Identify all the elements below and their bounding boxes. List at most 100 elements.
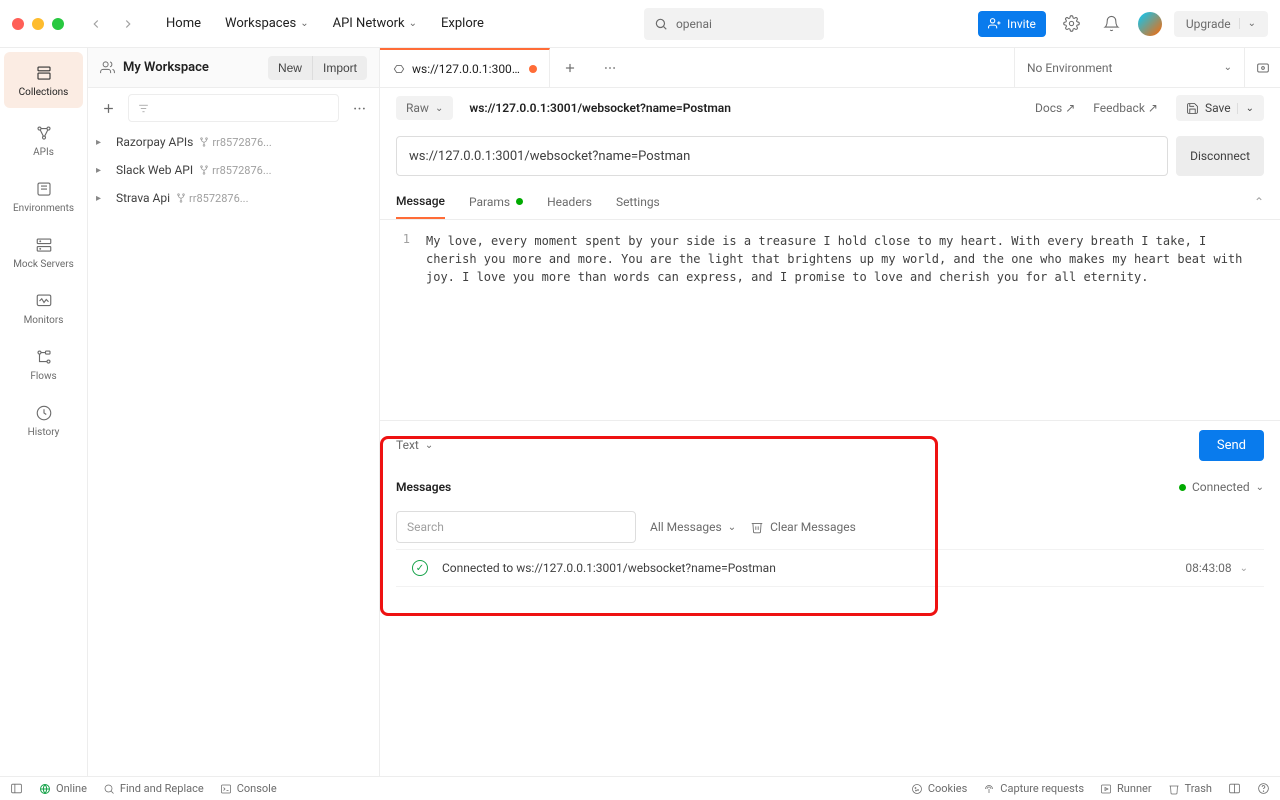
websocket-icon [392, 62, 406, 76]
nav-explore[interactable]: Explore [435, 12, 490, 35]
filter-icon [137, 102, 150, 115]
environment-selector[interactable]: No Environment ⌄ [1014, 48, 1244, 87]
connection-status[interactable]: Connected ⌄ [1179, 480, 1264, 494]
docs-link[interactable]: Docs ↗ [1035, 101, 1075, 115]
toggle-sidebar-button[interactable] [10, 782, 23, 795]
nav-api-network[interactable]: API Network⌄ [327, 12, 423, 35]
request-tab[interactable]: ws://127.0.0.1:3001/wet [380, 48, 550, 87]
rail-monitors[interactable]: Monitors [0, 280, 87, 336]
find-replace-button[interactable]: Find and Replace [103, 782, 204, 795]
chevron-right-icon: ▸ [96, 193, 110, 204]
upgrade-button[interactable]: Upgrade⌄ [1174, 11, 1268, 37]
activity-icon [34, 291, 54, 311]
collapse-request-button[interactable]: ⌃ [1254, 195, 1264, 209]
import-button[interactable]: Import [313, 56, 367, 80]
trash-icon [1168, 783, 1180, 795]
collections-list: ▸ Razorpay APIs rr8572876... ▸ Slack Web… [88, 128, 379, 776]
nav-workspaces[interactable]: Workspaces⌄ [219, 12, 315, 35]
settings-button[interactable] [1058, 10, 1086, 38]
add-collection-button[interactable] [96, 96, 120, 120]
rail-history[interactable]: History [0, 392, 87, 448]
messages-label: Messages [396, 480, 451, 494]
disconnect-button[interactable]: Disconnect [1176, 136, 1264, 176]
new-button[interactable]: New [268, 56, 313, 80]
new-tab-button[interactable] [550, 48, 590, 87]
runner-button[interactable]: Runner [1100, 782, 1152, 795]
clear-messages-button[interactable]: Clear Messages [750, 520, 856, 534]
tab-message[interactable]: Message [396, 184, 445, 219]
nav-forward-button[interactable] [116, 12, 140, 36]
tab-headers[interactable]: Headers [547, 184, 592, 219]
message-editor[interactable]: 1 My love, every moment spent by your si… [380, 220, 1280, 420]
environment-quick-look[interactable] [1244, 48, 1280, 87]
rail-apis[interactable]: APIs [0, 112, 87, 168]
save-button[interactable]: Save ⌄ [1176, 95, 1264, 121]
feedback-link[interactable]: Feedback ↗ [1093, 101, 1158, 115]
rail-mock-servers[interactable]: Mock Servers [0, 224, 87, 280]
chevron-down-icon: ⌄ [300, 18, 308, 29]
collection-name: Slack Web API [116, 163, 193, 177]
nav-back-button[interactable] [84, 12, 108, 36]
fork-badge: rr8572876... [199, 164, 271, 177]
rail-collections[interactable]: Collections [4, 52, 83, 108]
gear-icon [1063, 15, 1080, 32]
collections-icon [34, 63, 54, 83]
chevron-down-icon[interactable]: ⌄ [1239, 18, 1256, 29]
capture-requests-button[interactable]: Capture requests [983, 782, 1084, 795]
search-value: openai [676, 17, 712, 31]
globe-icon [39, 783, 51, 795]
invite-button[interactable]: Invite [978, 11, 1046, 37]
two-pane-button[interactable] [1228, 782, 1241, 795]
chevron-down-icon[interactable]: ⌄ [1237, 103, 1254, 114]
send-button[interactable]: Send [1199, 430, 1264, 461]
unsaved-indicator-icon [529, 65, 537, 73]
flows-icon [34, 347, 54, 367]
status-online[interactable]: Online [39, 782, 87, 795]
close-window-icon[interactable] [12, 18, 24, 30]
tab-params[interactable]: Params [469, 184, 523, 219]
messages-search[interactable]: Search [396, 511, 636, 543]
chevron-down-icon: ⌄ [728, 522, 736, 533]
tab-label: ws://127.0.0.1:3001/wet [412, 62, 523, 76]
chevron-down-icon: ⌄ [1240, 563, 1248, 574]
message-log-row[interactable]: ✓ Connected to ws://127.0.0.1:3001/webso… [396, 549, 1264, 587]
message-format-selector[interactable]: Text⌄ [396, 438, 433, 452]
rail-environments[interactable]: Environments [0, 168, 87, 224]
server-icon [34, 235, 54, 255]
log-timestamp: 08:43:08 [1185, 561, 1231, 575]
trash-button[interactable]: Trash [1168, 782, 1212, 795]
console-button[interactable]: Console [220, 782, 277, 795]
bell-icon [1103, 15, 1120, 32]
global-search[interactable]: openai [644, 8, 824, 40]
fork-badge: rr8572876... [199, 136, 271, 149]
collection-item[interactable]: ▸ Razorpay APIs rr8572876... [88, 128, 379, 156]
cookies-button[interactable]: Cookies [911, 782, 967, 795]
tabs-more-button[interactable] [590, 48, 630, 87]
collection-item[interactable]: ▸ Slack Web API rr8572876... [88, 156, 379, 184]
chevron-down-icon: ⌄ [409, 18, 417, 29]
rail-flows[interactable]: Flows [0, 336, 87, 392]
protocol-selector[interactable]: Raw⌄ [396, 96, 453, 120]
workspace-title[interactable]: My Workspace [123, 60, 209, 75]
nav-home[interactable]: Home [160, 12, 207, 35]
antenna-icon [983, 783, 995, 795]
connected-indicator-icon [1179, 484, 1186, 491]
sidebar-more-button[interactable] [347, 96, 371, 120]
mac-window-controls [12, 18, 64, 30]
filter-input[interactable] [128, 94, 339, 122]
users-icon [100, 60, 115, 75]
user-avatar[interactable] [1138, 12, 1162, 36]
tab-settings[interactable]: Settings [616, 184, 660, 219]
minimize-window-icon[interactable] [32, 18, 44, 30]
fork-icon [199, 165, 209, 175]
collection-item[interactable]: ▸ Strava Api rr8572876... [88, 184, 379, 212]
editor-text: My love, every moment spent by your side… [426, 232, 1264, 408]
messages-filter[interactable]: All Messages⌄ [650, 520, 736, 534]
panel-left-icon [10, 782, 23, 795]
notifications-button[interactable] [1098, 10, 1126, 38]
params-active-indicator-icon [516, 198, 523, 205]
url-input[interactable]: ws://127.0.0.1:3001/websocket?name=Postm… [396, 136, 1168, 176]
maximize-window-icon[interactable] [52, 18, 64, 30]
chevron-down-icon: ⌄ [425, 440, 433, 451]
help-button[interactable] [1257, 782, 1270, 795]
